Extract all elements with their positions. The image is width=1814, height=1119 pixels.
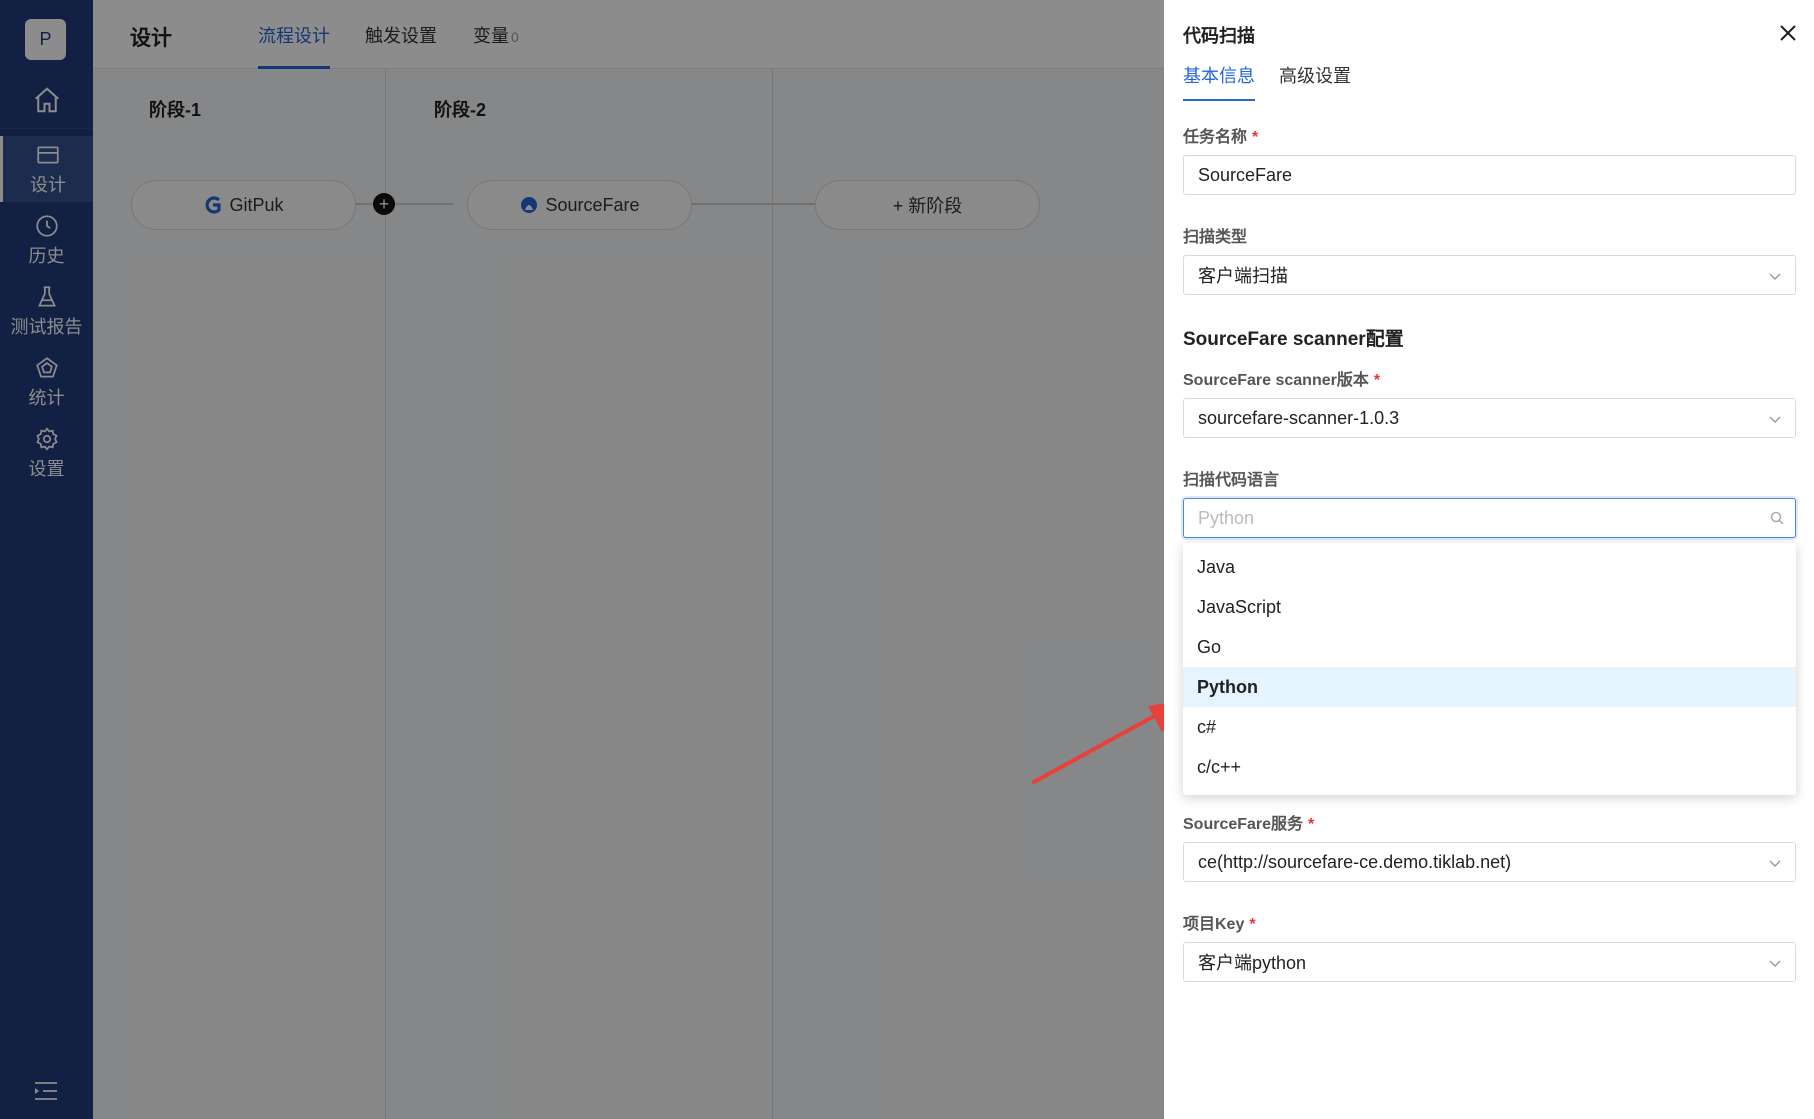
scan-type-label: 扫描类型 — [1183, 229, 1248, 246]
field-value: sourcefare-scanner-1.0.3 — [1198, 407, 1400, 428]
option-go[interactable]: Go — [1183, 627, 1796, 667]
field-placeholder: Python — [1198, 507, 1255, 528]
service-select[interactable]: ce(http://sourcefare-ce.demo.tiklab.net) — [1183, 842, 1796, 882]
required-mark: * — [1308, 816, 1315, 833]
option-python[interactable]: Python — [1183, 667, 1796, 707]
required-mark: * — [1249, 916, 1256, 933]
chevron-down-icon — [1769, 416, 1781, 423]
search-icon — [1770, 511, 1784, 525]
project-key-select[interactable]: 客户端python — [1183, 942, 1796, 982]
drawer-title: 代码扫描 — [1183, 26, 1255, 46]
service-label: SourceFare服务 * — [1183, 816, 1315, 833]
tab-label: 高级设置 — [1279, 66, 1351, 86]
option-csharp[interactable]: c# — [1183, 707, 1796, 747]
close-icon[interactable] — [1776, 21, 1800, 45]
task-name-input[interactable]: SourceFare — [1183, 155, 1796, 195]
section-title: SourceFare scanner配置 — [1183, 329, 1404, 350]
language-dropdown: Java JavaScript Go Python c# c/c++ — [1183, 543, 1796, 795]
field-value: 客户端扫描 — [1198, 266, 1288, 286]
task-name-label: 任务名称 * — [1183, 129, 1259, 146]
scan-language-select[interactable]: Python — [1183, 498, 1796, 538]
field-value: 客户端python — [1198, 953, 1307, 973]
scan-language-label: 扫描代码语言 — [1183, 472, 1280, 489]
tab-advanced-settings[interactable]: 高级设置 — [1279, 62, 1351, 101]
required-mark: * — [1373, 372, 1381, 389]
modal-overlay[interactable] — [0, 0, 1164, 1119]
scan-type-select[interactable]: 客户端扫描 — [1183, 255, 1796, 295]
scanner-version-label: SourceFare scanner版本 * — [1183, 372, 1381, 389]
project-key-label: 项目Key * — [1183, 916, 1256, 933]
field-value: ce(http://sourcefare-ce.demo.tiklab.net) — [1198, 851, 1512, 872]
option-java[interactable]: Java — [1183, 547, 1796, 587]
chevron-down-icon — [1769, 273, 1781, 280]
tab-label: 基本信息 — [1183, 66, 1255, 86]
chevron-down-icon — [1769, 960, 1781, 967]
option-cpp[interactable]: c/c++ — [1183, 747, 1796, 787]
required-mark: * — [1252, 129, 1259, 146]
scanner-version-select[interactable]: sourcefare-scanner-1.0.3 — [1183, 398, 1796, 438]
option-javascript[interactable]: JavaScript — [1183, 587, 1796, 627]
field-value: SourceFare — [1198, 164, 1293, 185]
task-config-drawer: 代码扫描 基本信息 高级设置 任务名称 * SourceFare 扫描类型 客户端… — [1164, 0, 1814, 1119]
tab-basic-info[interactable]: 基本信息 — [1183, 62, 1255, 101]
chevron-down-icon — [1769, 860, 1781, 867]
